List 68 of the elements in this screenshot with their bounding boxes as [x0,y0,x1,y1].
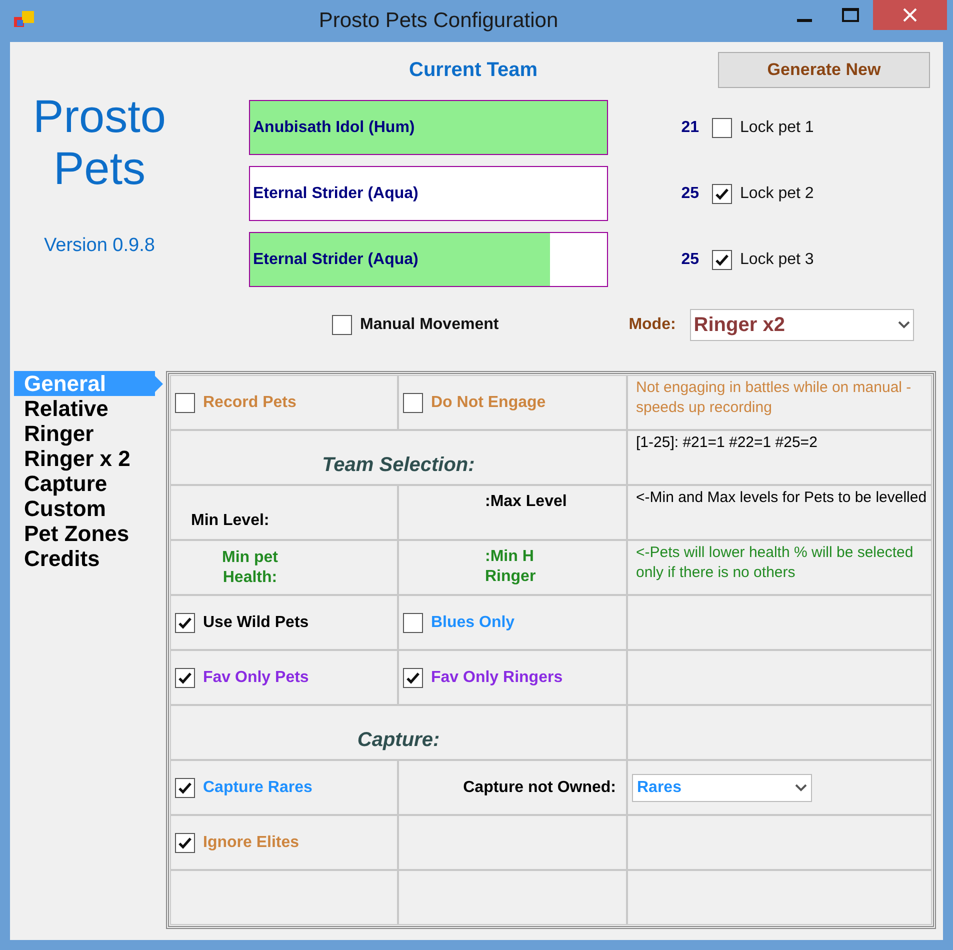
checkbox-label: Record Pets [203,392,296,412]
note-text: <-Min and Max levels for Pets to be levelled [636,488,927,508]
checkbox-label: Lock pet 2 [740,184,814,204]
sidebar-item[interactable]: Credits [14,546,155,571]
checkbox-label: Use Wild Pets [203,612,309,632]
check-icon [715,254,729,266]
checkbox[interactable] [712,118,732,138]
checkbox[interactable] [403,392,423,412]
version-label: Version 0.9.8 [44,234,155,258]
checkbox[interactable] [403,668,423,688]
check-icon [178,782,192,794]
chevron-down-icon [795,784,807,792]
checkbox[interactable] [712,250,732,270]
note-text: [1-25]: #21=1 #22=1 #25=2 [636,433,818,453]
pet-level: 25 [680,250,699,270]
sidebar-item[interactable]: Relative [14,396,155,421]
sidebar-item[interactable]: Capture [14,471,155,496]
note-text: <-Pets will lower health % will be selected only if there is no others [636,543,914,583]
note-text: Not engaging in battles while on manual - speeds up recording [636,378,912,418]
field-label: Capture not Owned: [463,778,616,798]
checkbox-label: Manual Movement [360,315,499,335]
field-label: Min Level: [191,510,270,530]
check-icon [406,672,420,684]
checkbox[interactable] [712,184,732,204]
checkbox-label: Do Not Engage [431,392,546,412]
mode-label: Mode: [628,315,676,335]
window-title: Prosto Pets Configuration [318,8,560,34]
checkbox-label: Lock pet 3 [740,250,814,270]
generate-button[interactable]: Generate New [718,52,930,88]
checkbox-label: Ignore Elites [203,832,300,852]
pet-level: 25 [680,184,699,204]
field-label: :Max Level [485,492,567,512]
checkbox[interactable] [175,392,195,412]
sidebar-item[interactable]: Custom [14,496,155,521]
checkbox-label: Capture Rares [203,778,312,798]
chevron-down-icon [898,321,910,329]
checkbox[interactable] [403,612,423,632]
close-button[interactable] [873,0,947,30]
field-label: Min pet Health: [221,548,279,588]
logo-title: Prosto Pets [32,90,167,194]
close-icon [903,8,917,22]
dropdown-value: Ringer x2 [694,313,785,338]
dropdown-value: Rares [637,778,682,798]
checkbox-label: Fav Only Pets [203,668,309,688]
check-icon [715,188,729,200]
checkbox-label: Lock pet 1 [740,118,814,138]
checkbox[interactable] [175,778,195,798]
field-label: :Min H Ringer [485,547,537,587]
check-icon [178,672,192,684]
checkbox[interactable] [175,668,195,688]
sidebar-item[interactable]: Ringer [14,421,155,446]
sidebar-item[interactable]: Ringer x 2 [14,446,155,471]
check-icon [178,836,192,848]
pet-name: Eternal Strider (Aqua) [252,250,418,270]
pet-name: Eternal Strider (Aqua) [252,184,418,204]
section-heading: Capture: [357,728,440,753]
sidebar-item[interactable]: Pet Zones [14,521,155,546]
mode-dropdown[interactable]: Ringer x2 [690,309,914,341]
checkbox[interactable] [175,612,195,632]
check-icon [178,616,192,628]
checkbox[interactable] [332,315,352,335]
pet-level: 21 [680,118,699,138]
section-heading: Team Selection: [322,453,475,478]
checkbox-label: Fav Only Ringers [431,668,563,688]
section-heading: Current Team [409,58,538,83]
checkbox[interactable] [175,832,195,852]
checkbox-label: Blues Only [431,612,515,632]
pet-name: Anubisath Idol (Hum) [252,118,415,138]
